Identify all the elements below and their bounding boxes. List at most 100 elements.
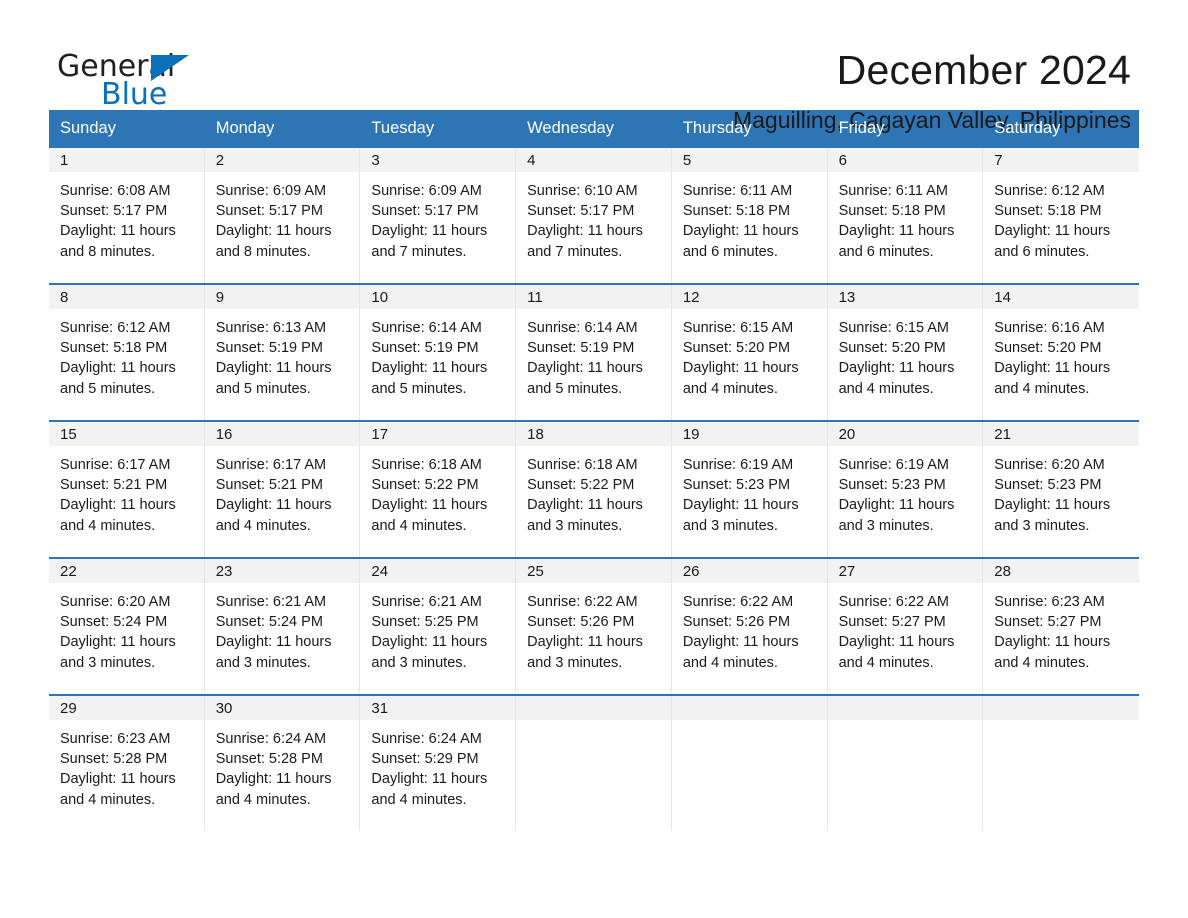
calendar-day-cell[interactable]: 7 Sunrise: 6:12 AM Sunset: 5:18 PM Daylight… — [983, 148, 1139, 283]
day-number-strip: 9 — [204, 285, 360, 309]
day-number-strip: 12 — [671, 285, 827, 309]
calendar-day-cell[interactable]: 21 Sunrise: 6:20 AM Sunset: 5:23 PM Dayligh… — [983, 422, 1139, 557]
calendar-day-cell[interactable]: 4 Sunrise: 6:10 AM Sunset: 5:17 PM Daylight… — [516, 148, 672, 283]
daylight-duration-line2: and 5 minutes. — [371, 380, 467, 397]
calendar-day-cell[interactable]: 10 Sunrise: 6:14 AM Sunset: 5:19 PM Dayligh… — [360, 285, 517, 420]
day-number: 24 — [371, 563, 389, 580]
calendar-day-cell[interactable]: 20 Sunrise: 6:19 AM Sunset: 5:23 PM Dayligh… — [827, 422, 984, 557]
day-number-strip: 20 — [827, 422, 983, 446]
daylight-duration-line2: and 5 minutes. — [60, 380, 156, 397]
sunset-time: Sunset: 5:17 PM — [371, 203, 479, 220]
calendar-day-cell[interactable]: 12 Sunrise: 6:15 AM Sunset: 5:20 PM Dayligh… — [671, 285, 828, 420]
day-number-strip — [671, 696, 827, 720]
sunrise-time: Sunrise: 6:09 AM — [371, 183, 482, 199]
day-number: 10 — [371, 289, 389, 306]
daylight-duration-line2: and 4 minutes. — [682, 654, 778, 671]
sunrise-time: Sunrise: 6:21 AM — [371, 594, 482, 610]
day-number-strip: 4 — [516, 148, 671, 172]
sunset-time: Sunset: 5:20 PM — [838, 340, 946, 357]
day-details: Sunrise: 6:18 AM Sunset: 5:22 PM Daylight:… — [360, 446, 515, 536]
daylight-duration-line2: and 3 minutes. — [371, 654, 467, 671]
calendar-day-cell-empty — [516, 696, 672, 831]
daylight-duration-line1: Daylight: 11 hours — [371, 223, 488, 240]
sunrise-time: Sunrise: 6:16 AM — [994, 320, 1105, 336]
calendar-day-cell[interactable]: 19 Sunrise: 6:19 AM Sunset: 5:23 PM Dayligh… — [671, 422, 828, 557]
sunset-time: Sunset: 5:18 PM — [682, 203, 791, 220]
calendar-day-cell[interactable]: 28 Sunrise: 6:23 AM Sunset: 5:27 PM Dayligh… — [983, 559, 1139, 694]
calendar-day-cell[interactable]: 11 Sunrise: 6:14 AM Sunset: 5:19 PM Dayligh… — [516, 285, 672, 420]
calendar-day-cell[interactable]: 6 Sunrise: 6:11 AM Sunset: 5:18 PM Daylight… — [827, 148, 984, 283]
calendar-day-cell[interactable]: 8 Sunrise: 6:12 AM Sunset: 5:18 PM Daylight… — [49, 285, 205, 420]
sunset-time: Sunset: 5:17 PM — [215, 203, 323, 220]
calendar-day-cell[interactable]: 31 Sunrise: 6:24 AM Sunset: 5:29 PM Dayligh… — [360, 696, 517, 831]
calendar-day-cell[interactable]: 2 Sunrise: 6:09 AM Sunset: 5:17 PM Daylight… — [204, 148, 361, 283]
calendar-day-cell[interactable]: 24 Sunrise: 6:21 AM Sunset: 5:25 PM Dayligh… — [360, 559, 517, 694]
generalblue-logo[interactable]: General Blue — [57, 50, 207, 114]
daylight-duration-line2: and 3 minutes. — [994, 517, 1090, 534]
calendar-day-cell[interactable]: 22 Sunrise: 6:20 AM Sunset: 5:24 PM Dayligh… — [49, 559, 205, 694]
daylight-duration-line1: Daylight: 11 hours — [527, 223, 643, 240]
calendar-day-cell[interactable]: 17 Sunrise: 6:18 AM Sunset: 5:22 PM Dayligh… — [360, 422, 517, 557]
daylight-duration-line1: Daylight: 11 hours — [371, 497, 488, 514]
sunset-time: Sunset: 5:20 PM — [994, 340, 1102, 357]
calendar-day-cell[interactable]: 27 Sunrise: 6:22 AM Sunset: 5:27 PM Dayligh… — [827, 559, 984, 694]
sunset-time: Sunset: 5:21 PM — [215, 477, 323, 494]
daylight-duration-line1: Daylight: 11 hours — [682, 634, 799, 651]
daylight-duration-line2: and 4 minutes. — [60, 517, 156, 534]
sunrise-time: Sunrise: 6:15 AM — [682, 320, 794, 336]
calendar-day-cell[interactable]: 13 Sunrise: 6:15 AM Sunset: 5:20 PM Dayligh… — [827, 285, 984, 420]
calendar-day-cell[interactable]: 30 Sunrise: 6:24 AM Sunset: 5:28 PM Dayligh… — [204, 696, 361, 831]
sunrise-time: Sunrise: 6:18 AM — [527, 457, 638, 473]
calendar-day-cell[interactable]: 23 Sunrise: 6:21 AM Sunset: 5:24 PM Dayligh… — [204, 559, 361, 694]
day-number-strip: 28 — [983, 559, 1139, 583]
calendar-day-cell[interactable]: 29 Sunrise: 6:23 AM Sunset: 5:28 PM Dayligh… — [49, 696, 205, 831]
day-number: 20 — [838, 426, 856, 443]
daylight-duration-line1: Daylight: 11 hours — [838, 223, 955, 240]
calendar-day-cell[interactable]: 14 Sunrise: 6:16 AM Sunset: 5:20 PM Dayligh… — [983, 285, 1139, 420]
day-number: 6 — [838, 152, 847, 169]
day-number-strip: 3 — [360, 148, 516, 172]
sunset-time: Sunset: 5:22 PM — [371, 477, 479, 494]
daylight-duration-line1: Daylight: 11 hours — [215, 634, 332, 651]
daylight-duration-line2: and 7 minutes. — [527, 243, 623, 260]
day-number-strip: 15 — [49, 422, 204, 446]
day-number: 14 — [994, 289, 1011, 306]
calendar-day-cell[interactable]: 18 Sunrise: 6:18 AM Sunset: 5:22 PM Dayligh… — [516, 422, 672, 557]
sunset-time: Sunset: 5:18 PM — [838, 203, 946, 220]
day-number: 11 — [527, 289, 543, 306]
day-details: Sunrise: 6:08 AM Sunset: 5:17 PM Daylight:… — [49, 172, 204, 262]
calendar-day-cell[interactable]: 15 Sunrise: 6:17 AM Sunset: 5:21 PM Dayligh… — [49, 422, 205, 557]
calendar-day-cell[interactable]: 1 Sunrise: 6:08 AM Sunset: 5:17 PM Daylight… — [49, 148, 205, 283]
day-details: Sunrise: 6:15 AM Sunset: 5:20 PM Daylight:… — [828, 309, 983, 399]
calendar-day-cell[interactable]: 5 Sunrise: 6:11 AM Sunset: 5:18 PM Daylight… — [671, 148, 828, 283]
daylight-duration-line1: Daylight: 11 hours — [527, 360, 643, 377]
dow-header-tuesday: Tuesday — [371, 119, 435, 137]
day-number: 30 — [215, 700, 233, 717]
calendar-day-cell[interactable]: 25 Sunrise: 6:22 AM Sunset: 5:26 PM Dayligh… — [516, 559, 672, 694]
day-number-strip: 17 — [360, 422, 516, 446]
day-details: Sunrise: 6:15 AM Sunset: 5:20 PM Daylight:… — [672, 309, 827, 399]
day-details: Sunrise: 6:09 AM Sunset: 5:17 PM Daylight:… — [205, 172, 360, 262]
day-number: 27 — [838, 563, 856, 580]
daylight-duration-line1: Daylight: 11 hours — [994, 223, 1111, 240]
sunset-time: Sunset: 5:20 PM — [682, 340, 791, 357]
sunset-time: Sunset: 5:23 PM — [994, 477, 1102, 494]
calendar-day-cell[interactable]: 16 Sunrise: 6:17 AM Sunset: 5:21 PM Dayligh… — [204, 422, 361, 557]
day-details: Sunrise: 6:13 AM Sunset: 5:19 PM Daylight:… — [205, 309, 360, 399]
day-number-strip: 11 — [516, 285, 671, 309]
daylight-duration-line1: Daylight: 11 hours — [371, 634, 488, 651]
sunrise-time: Sunrise: 6:17 AM — [215, 457, 327, 473]
sunset-time: Sunset: 5:18 PM — [60, 340, 168, 357]
sunrise-time: Sunrise: 6:14 AM — [371, 320, 482, 336]
daylight-duration-line1: Daylight: 11 hours — [994, 497, 1111, 514]
daylight-duration-line2: and 3 minutes. — [838, 517, 934, 534]
daylight-duration-line2: and 3 minutes. — [527, 517, 623, 534]
calendar-day-cell[interactable]: 26 Sunrise: 6:22 AM Sunset: 5:26 PM Dayligh… — [671, 559, 828, 694]
day-number: 23 — [215, 563, 233, 580]
calendar-day-cell[interactable]: 9 Sunrise: 6:13 AM Sunset: 5:19 PM Daylight… — [204, 285, 361, 420]
sunrise-time: Sunrise: 6:22 AM — [527, 594, 638, 610]
sunset-time: Sunset: 5:22 PM — [527, 477, 635, 494]
calendar-day-cell[interactable]: 3 Sunrise: 6:09 AM Sunset: 5:17 PM Daylight… — [360, 148, 517, 283]
day-details: Sunrise: 6:11 AM Sunset: 5:18 PM Daylight:… — [828, 172, 983, 262]
day-details: Sunrise: 6:19 AM Sunset: 5:23 PM Daylight:… — [828, 446, 983, 536]
